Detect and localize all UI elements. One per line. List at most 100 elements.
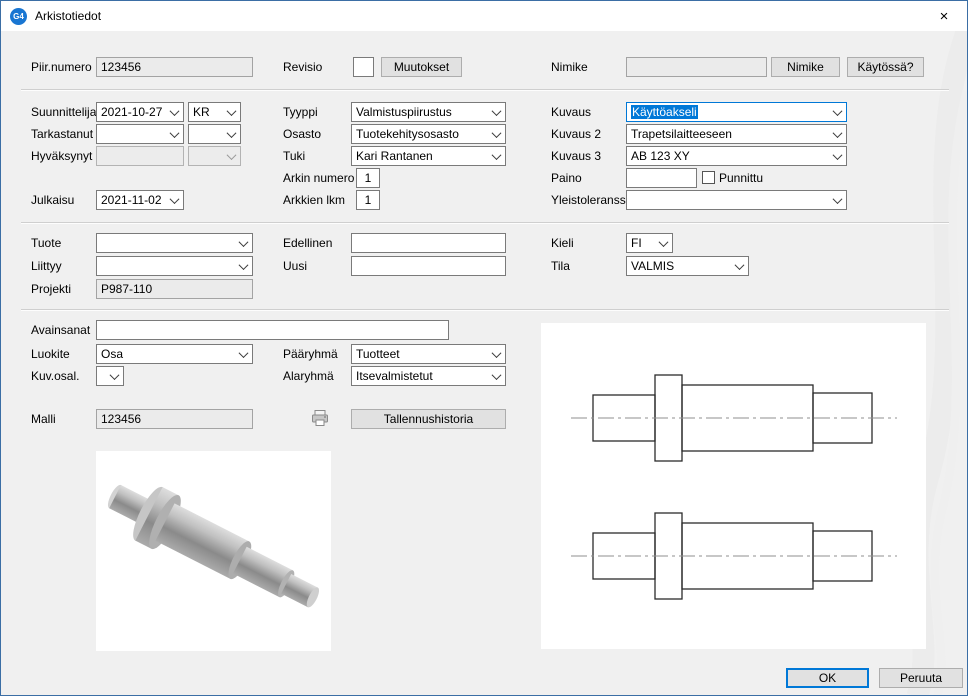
kuvosal-combo[interactable] bbox=[96, 366, 124, 386]
kuvaus-value: Käyttöakseli bbox=[631, 105, 828, 121]
muutokset-button[interactable]: Muutokset bbox=[381, 57, 462, 77]
hyvaksynyt-initials-combo bbox=[188, 146, 241, 166]
piir-numero-label: Piir.numero bbox=[31, 59, 92, 75]
tyyppi-combo[interactable]: Valmistuspiirustus bbox=[351, 102, 506, 122]
chevron-down-icon bbox=[166, 192, 182, 208]
tila-combo[interactable]: VALMIS bbox=[626, 256, 749, 276]
hyvaksynyt-label: Hyväksynyt bbox=[31, 148, 92, 164]
kuvosal-value bbox=[101, 369, 105, 385]
window-title: Arkistotiedot bbox=[35, 9, 101, 23]
model-3d-preview bbox=[96, 451, 331, 651]
revisio-field[interactable] bbox=[353, 57, 374, 77]
tuote-value bbox=[101, 236, 234, 252]
osasto-combo[interactable]: Tuotekehitysosasto bbox=[351, 124, 506, 144]
arkistotiedot-dialog: G4 Arkistotiedot × Piir.numero Revisio M… bbox=[0, 0, 968, 696]
kuvaus3-label: Kuvaus 3 bbox=[551, 148, 601, 164]
chevron-down-icon bbox=[488, 368, 504, 384]
close-icon: × bbox=[940, 8, 949, 25]
chevron-down-icon bbox=[488, 346, 504, 362]
suunnittelija-initials-combo[interactable]: KR bbox=[188, 102, 241, 122]
suunnittelija-date-value: 2021-10-27 bbox=[101, 105, 165, 121]
separator-3 bbox=[21, 309, 949, 310]
suunnittelija-initials-value: KR bbox=[193, 105, 222, 121]
kuvaus2-combo[interactable]: Trapetsilaitteeseen bbox=[626, 124, 847, 144]
tarkastanut-date-combo[interactable] bbox=[96, 124, 184, 144]
titlebar: G4 Arkistotiedot × bbox=[1, 1, 967, 31]
nimike-button[interactable]: Nimike bbox=[771, 57, 840, 77]
kuvaus3-combo[interactable]: AB 123 XY bbox=[626, 146, 847, 166]
liittyy-combo[interactable] bbox=[96, 256, 253, 276]
revisio-label: Revisio bbox=[283, 59, 322, 75]
arkkien-lkm-label: Arkkien lkm bbox=[283, 192, 345, 208]
close-button[interactable]: × bbox=[921, 1, 967, 31]
separator-2 bbox=[21, 222, 949, 223]
edellinen-field[interactable] bbox=[351, 233, 506, 253]
tila-value: VALMIS bbox=[631, 259, 730, 275]
tuote-label: Tuote bbox=[31, 235, 61, 251]
kieli-label: Kieli bbox=[551, 235, 574, 251]
print-icon[interactable] bbox=[311, 409, 329, 427]
chevron-down-icon bbox=[235, 346, 251, 362]
shaft-3d-render bbox=[96, 451, 331, 651]
chevron-down-icon bbox=[166, 104, 182, 120]
tuote-combo[interactable] bbox=[96, 233, 253, 253]
suunnittelija-label: Suunnittelija bbox=[31, 104, 96, 120]
luokite-combo[interactable]: Osa bbox=[96, 344, 253, 364]
malli-label: Malli bbox=[31, 411, 56, 427]
paaryhma-combo[interactable]: Tuotteet bbox=[351, 344, 506, 364]
alaryhma-value: Itsevalmistetut bbox=[356, 369, 487, 385]
arkkien-lkm-field[interactable] bbox=[356, 190, 380, 210]
ok-button[interactable]: OK bbox=[786, 668, 869, 688]
chevron-down-icon bbox=[166, 126, 182, 142]
kieli-combo[interactable]: FI bbox=[626, 233, 673, 253]
chevron-down-icon bbox=[829, 104, 845, 120]
julkaisu-label: Julkaisu bbox=[31, 192, 74, 208]
paino-label: Paino bbox=[551, 170, 582, 186]
alaryhma-combo[interactable]: Itsevalmistetut bbox=[351, 366, 506, 386]
alaryhma-label: Alaryhmä bbox=[283, 368, 334, 384]
piir-numero-field[interactable] bbox=[96, 57, 253, 77]
tuki-label: Tuki bbox=[283, 148, 305, 164]
g4-app-icon: G4 bbox=[10, 8, 27, 25]
hyvaksynyt-initials-value bbox=[193, 149, 222, 165]
punnittu-checkbox[interactable] bbox=[702, 171, 715, 184]
nimike-field[interactable] bbox=[626, 57, 767, 77]
chevron-down-icon bbox=[731, 258, 747, 274]
chevron-down-icon bbox=[223, 126, 239, 142]
avainsanat-field[interactable] bbox=[96, 320, 449, 340]
malli-field[interactable] bbox=[96, 409, 253, 429]
tallennushistoria-button[interactable]: Tallennushistoria bbox=[351, 409, 506, 429]
chevron-down-icon bbox=[223, 148, 239, 164]
separator-1 bbox=[21, 89, 949, 90]
chevron-down-icon bbox=[235, 235, 251, 251]
tila-label: Tila bbox=[551, 258, 570, 274]
peruuta-button[interactable]: Peruuta bbox=[879, 668, 963, 688]
yleistoleranssi-combo[interactable] bbox=[626, 190, 847, 210]
chevron-down-icon bbox=[655, 235, 671, 251]
kaytossa-button[interactable]: Käytössä? bbox=[847, 57, 924, 77]
tyyppi-label: Tyyppi bbox=[283, 104, 318, 120]
chevron-down-icon bbox=[829, 192, 845, 208]
osasto-value: Tuotekehitysosasto bbox=[356, 127, 487, 143]
tuki-combo[interactable]: Kari Rantanen bbox=[351, 146, 506, 166]
tarkastanut-label: Tarkastanut bbox=[31, 126, 93, 142]
chevron-down-icon bbox=[488, 148, 504, 164]
chevron-down-icon bbox=[829, 148, 845, 164]
kuvaus-combo[interactable]: Käyttöakseli bbox=[626, 102, 847, 122]
yleistoleranssi-label: Yleistoleranssi bbox=[551, 192, 628, 208]
shaft-drawing bbox=[541, 323, 926, 649]
nimike-label: Nimike bbox=[551, 59, 588, 75]
avainsanat-label: Avainsanat bbox=[31, 322, 90, 338]
tarkastanut-date-value bbox=[101, 127, 165, 143]
chevron-down-icon bbox=[488, 104, 504, 120]
kieli-value: FI bbox=[631, 236, 654, 252]
arkin-numero-field[interactable] bbox=[356, 168, 380, 188]
paino-field[interactable] bbox=[626, 168, 697, 188]
hyvaksynyt-field bbox=[96, 146, 184, 166]
uusi-field[interactable] bbox=[351, 256, 506, 276]
suunnittelija-date-combo[interactable]: 2021-10-27 bbox=[96, 102, 184, 122]
projekti-label: Projekti bbox=[31, 281, 71, 297]
julkaisu-combo[interactable]: 2021-11-02 bbox=[96, 190, 184, 210]
tarkastanut-initials-combo[interactable] bbox=[188, 124, 241, 144]
projekti-field[interactable] bbox=[96, 279, 253, 299]
